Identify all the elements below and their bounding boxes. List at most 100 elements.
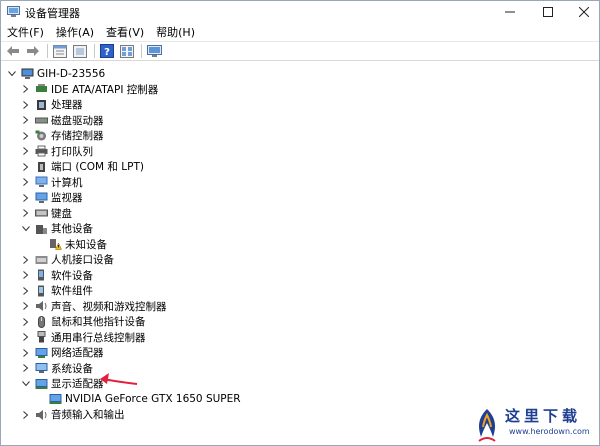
tree-item-display-adapter[interactable]: 显示适配器 <box>21 376 104 392</box>
chevron-right-icon[interactable] <box>21 177 31 187</box>
chevron-down-icon[interactable] <box>21 224 31 234</box>
chevron-right-icon[interactable] <box>21 301 31 311</box>
tree-item-label: 人机接口设备 <box>51 254 114 267</box>
close-button[interactable] <box>567 1 600 23</box>
tree-item-label: 处理器 <box>51 99 83 112</box>
tree-item-other-devices[interactable]: 其他设备 <box>21 221 93 237</box>
help-button[interactable]: ? <box>99 43 115 59</box>
watermark: 这里下载 www.herodown.com <box>469 405 597 445</box>
tree-item-usb[interactable]: 通用串行总线控制器 <box>21 330 146 346</box>
tree-item-label: 键盘 <box>51 207 72 220</box>
tree-item-cpu[interactable]: 处理器 <box>21 97 83 113</box>
tree-item-label: NVIDIA GeForce GTX 1650 SUPER <box>65 393 241 406</box>
view-button[interactable] <box>119 43 135 59</box>
chevron-right-icon[interactable] <box>21 162 31 172</box>
chevron-right-icon[interactable] <box>21 131 31 141</box>
tree-item-label: 打印队列 <box>51 145 93 158</box>
tree-item-network[interactable]: 网络适配器 <box>21 345 104 361</box>
tree-item-storage[interactable]: 存储控制器 <box>21 128 104 144</box>
menu-bar: 文件(F) 操作(A) 查看(V) 帮助(H) <box>1 23 599 41</box>
tree-item-unknown-device[interactable]: 未知设备 <box>49 237 107 253</box>
chevron-right-icon[interactable] <box>21 317 31 327</box>
menu-file[interactable]: 文件(F) <box>7 24 44 40</box>
menu-action[interactable]: 操作(A) <box>56 24 94 40</box>
chevron-right-icon[interactable] <box>21 332 31 342</box>
chevron-right-icon[interactable] <box>21 270 31 280</box>
tree-item-gpu[interactable]: NVIDIA GeForce GTX 1650 SUPER <box>49 392 241 408</box>
tree-item-sound[interactable]: 声音、视频和游戏控制器 <box>21 299 167 315</box>
title-bar: 设备管理器 <box>1 1 599 23</box>
menu-view[interactable]: 查看(V) <box>106 24 144 40</box>
svg-text:?: ? <box>104 47 110 58</box>
show-hidden-icon <box>73 44 87 58</box>
tree-item-label: 端口 (COM 和 LPT) <box>51 161 144 174</box>
chevron-right-icon[interactable] <box>21 208 31 218</box>
chevron-right-icon[interactable] <box>21 255 31 265</box>
forward-arrow-icon <box>27 46 39 56</box>
menu-help[interactable]: 帮助(H) <box>156 24 195 40</box>
chevron-right-icon[interactable] <box>21 363 31 373</box>
device-manager-app-icon <box>7 6 20 17</box>
window-title: 设备管理器 <box>25 7 80 20</box>
watermark-url: www.herodown.com <box>509 427 590 436</box>
minimize-icon <box>505 11 515 13</box>
computer-icon <box>35 176 48 188</box>
monitor-icon <box>146 44 162 57</box>
chevron-right-icon[interactable] <box>21 286 31 296</box>
minimize-button[interactable] <box>493 1 527 23</box>
tree-item-label: 存储控制器 <box>51 130 104 143</box>
usb-icon <box>37 331 46 343</box>
watermark-title: 这里下载 <box>505 407 582 425</box>
tree-item-computer[interactable]: 计算机 <box>21 175 83 191</box>
device-manager-window: 设备管理器 文件(F) 操作(A) 查看(V) 帮助(H) ? GIH-D-23… <box>0 0 600 446</box>
computer-root-icon <box>21 68 34 79</box>
tree-item-software-component[interactable]: 软件组件 <box>21 283 93 299</box>
tree-item-ide[interactable]: IDE ATA/ATAPI 控制器 <box>21 82 158 98</box>
chevron-right-icon[interactable] <box>21 100 31 110</box>
chevron-right-icon[interactable] <box>21 84 31 94</box>
tree-item-label: 声音、视频和游戏控制器 <box>51 300 167 313</box>
tree-item-printer[interactable]: 打印队列 <box>21 144 93 160</box>
chevron-down-icon[interactable] <box>7 69 17 79</box>
watermark-logo-icon <box>478 409 496 442</box>
tree-item-label: 音频输入和输出 <box>51 409 125 422</box>
forward-button[interactable] <box>25 43 41 59</box>
chevron-right-icon[interactable] <box>21 146 31 156</box>
tree-item-mouse[interactable]: 鼠标和其他指针设备 <box>21 314 146 330</box>
toolbar-separator <box>141 44 142 58</box>
back-button[interactable] <box>5 43 21 59</box>
back-arrow-icon <box>7 46 19 56</box>
chevron-down-icon[interactable] <box>21 379 31 389</box>
chevron-right-icon[interactable] <box>21 410 31 420</box>
tree-item-label: 鼠标和其他指针设备 <box>51 316 146 329</box>
properties-button[interactable] <box>52 43 68 59</box>
tree-item-disk[interactable]: 磁盘驱动器 <box>21 113 104 129</box>
tree-item-port[interactable]: 端口 (COM 和 LPT) <box>21 159 144 175</box>
tree-item-software-device[interactable]: 软件设备 <box>21 268 93 284</box>
scan-hardware-button[interactable] <box>146 43 162 59</box>
tree-item-audio-io[interactable]: 音频输入和输出 <box>21 407 125 423</box>
tree-item-hid[interactable]: 人机接口设备 <box>21 252 114 268</box>
storage-controller-icon <box>35 130 46 141</box>
show-hidden-button[interactable] <box>72 43 88 59</box>
tree-item-label: 显示适配器 <box>51 378 104 391</box>
view-icon <box>120 44 134 58</box>
maximize-button[interactable] <box>531 1 565 23</box>
maximize-icon <box>543 7 553 17</box>
tree-item-system[interactable]: 系统设备 <box>21 361 93 377</box>
tree-item-label: 通用串行总线控制器 <box>51 331 146 344</box>
display-adapter-icon <box>35 378 48 389</box>
sound-icon <box>36 301 47 312</box>
tree-item-label: 未知设备 <box>65 238 107 251</box>
tree-item-monitor[interactable]: 监视器 <box>21 190 83 206</box>
audio-io-icon <box>36 409 47 420</box>
port-icon <box>38 161 45 172</box>
tree-root[interactable]: GIH-D-23556 <box>7 66 105 82</box>
chevron-right-icon[interactable] <box>21 115 31 125</box>
tree-item-label: 其他设备 <box>51 223 93 236</box>
tree-item-keyboard[interactable]: 键盘 <box>21 206 72 222</box>
system-device-icon <box>35 363 48 374</box>
chevron-right-icon[interactable] <box>21 348 31 358</box>
chevron-right-icon[interactable] <box>21 193 31 203</box>
close-icon <box>579 7 589 17</box>
